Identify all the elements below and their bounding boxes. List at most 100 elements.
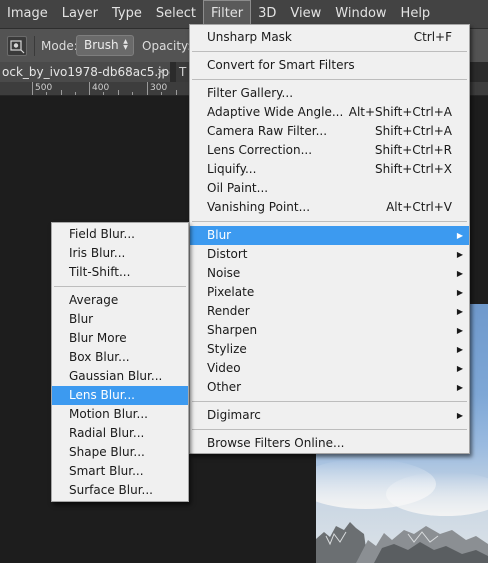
- menu-item-label: Vanishing Point...: [207, 200, 311, 214]
- menu-item-render[interactable]: Render ▶: [190, 302, 469, 321]
- ruler-tick: [161, 92, 162, 95]
- menu-item-adaptive-wide-angle[interactable]: Adaptive Wide Angle... Alt+Shift+Ctrl+A: [190, 103, 469, 122]
- menu-item-label: Field Blur...: [69, 227, 135, 241]
- menu-item-lens-correction[interactable]: Lens Correction... Shift+Ctrl+R: [190, 141, 469, 160]
- submenu-arrow-icon: ▶: [456, 250, 463, 259]
- menu-item-label: Browse Filters Online...: [207, 436, 345, 450]
- menu-item-convert-smart-filters[interactable]: Convert for Smart Filters: [190, 56, 469, 75]
- menu-item-label: Adaptive Wide Angle...: [207, 105, 344, 119]
- menubar-item-layer[interactable]: Layer: [55, 0, 105, 28]
- menu-item-label: Video: [207, 361, 241, 375]
- menu-item-noise[interactable]: Noise ▶: [190, 264, 469, 283]
- menu-item-camera-raw-filter[interactable]: Camera Raw Filter... Shift+Ctrl+A: [190, 122, 469, 141]
- menu-item-average[interactable]: Average: [52, 291, 188, 310]
- menu-item-gaussian-blur[interactable]: Gaussian Blur...: [52, 367, 188, 386]
- brush-preset-icon[interactable]: [7, 36, 27, 56]
- menu-item-label: Camera Raw Filter...: [207, 124, 328, 138]
- menu-item-label: Sharpen: [207, 323, 258, 337]
- menu-item-label: Blur: [207, 228, 232, 242]
- ruler-tick: [32, 82, 33, 95]
- menu-item-shape-blur[interactable]: Shape Blur...: [52, 443, 188, 462]
- menu-item-iris-blur[interactable]: Iris Blur...: [52, 244, 188, 263]
- document-tab-label: ock_by_ivo1978-db68ac5.jpg: [2, 65, 170, 79]
- document-tab-2-label: T: [179, 65, 187, 79]
- submenu-arrow-icon: ▶: [456, 288, 463, 297]
- menu-item-label: Digimarc: [207, 408, 261, 422]
- menu-item-field-blur[interactable]: Field Blur...: [52, 225, 188, 244]
- menu-item-label: Liquify...: [207, 162, 257, 176]
- menu-item-label: Unsharp Mask: [207, 30, 292, 44]
- ruler-tick: [75, 92, 76, 95]
- ruler-tick: [61, 90, 62, 95]
- submenu-arrow-icon: ▶: [456, 364, 463, 373]
- menu-item-video[interactable]: Video ▶: [190, 359, 469, 378]
- close-tab-icon[interactable]: ×: [154, 62, 168, 82]
- menu-separator: [192, 221, 467, 222]
- mode-label: Mode:: [41, 39, 78, 53]
- menu-item-blur-more[interactable]: Blur More: [52, 329, 188, 348]
- menu-item-filter-gallery[interactable]: Filter Gallery...: [190, 84, 469, 103]
- menubar-item-type[interactable]: Type: [105, 0, 149, 28]
- menu-item-label: Smart Blur...: [69, 464, 144, 478]
- submenu-arrow-icon: ▶: [456, 411, 463, 420]
- menu-item-other[interactable]: Other ▶: [190, 378, 469, 397]
- menubar-item-image[interactable]: Image: [0, 0, 55, 28]
- menu-item-shortcut: Alt+Shift+Ctrl+A: [348, 105, 452, 119]
- menu-item-label: Radial Blur...: [69, 426, 145, 440]
- options-divider: [34, 36, 35, 56]
- ruler-tick: [176, 90, 177, 95]
- menu-item-label: Iris Blur...: [69, 246, 126, 260]
- menu-item-stylize[interactable]: Stylize ▶: [190, 340, 469, 359]
- menu-item-label: Average: [69, 293, 119, 307]
- menu-item-smart-blur[interactable]: Smart Blur...: [52, 462, 188, 481]
- ruler-tick: [147, 82, 148, 95]
- menu-item-sharpen[interactable]: Sharpen ▶: [190, 321, 469, 340]
- menu-item-shortcut: Alt+Ctrl+V: [386, 200, 452, 214]
- menu-item-label: Convert for Smart Filters: [207, 58, 355, 72]
- menu-item-unsharp-mask[interactable]: Unsharp Mask Ctrl+F: [190, 28, 469, 47]
- menu-item-label: Box Blur...: [69, 350, 130, 364]
- menu-item-label: Motion Blur...: [69, 407, 148, 421]
- menu-item-liquify[interactable]: Liquify... Shift+Ctrl+X: [190, 160, 469, 179]
- submenu-arrow-icon: ▶: [456, 307, 463, 316]
- menu-item-surface-blur[interactable]: Surface Blur...: [52, 481, 188, 500]
- submenu-arrow-icon: ▶: [456, 326, 463, 335]
- menu-item-label: Distort: [207, 247, 248, 261]
- menu-item-radial-blur[interactable]: Radial Blur...: [52, 424, 188, 443]
- menu-item-label: Other: [207, 380, 242, 394]
- menu-item-blur[interactable]: Blur ▶: [190, 226, 469, 245]
- menu-item-label: Lens Blur...: [69, 388, 135, 402]
- menu-item-browse-filters-online[interactable]: Browse Filters Online...: [190, 434, 469, 453]
- ruler-label: 300: [150, 83, 168, 93]
- opacity-label: Opacity:: [142, 39, 192, 53]
- menu-item-shortcut: Ctrl+F: [413, 30, 452, 44]
- menu-item-label: Render: [207, 304, 250, 318]
- document-tab[interactable]: ock_by_ivo1978-db68ac5.jpg: [0, 62, 170, 82]
- menu-item-blur-simple[interactable]: Blur: [52, 310, 188, 329]
- menu-item-distort[interactable]: Distort ▶: [190, 245, 469, 264]
- menu-item-label: Blur: [69, 312, 94, 326]
- menu-separator: [192, 401, 467, 402]
- menu-item-oil-paint[interactable]: Oil Paint...: [190, 179, 469, 198]
- ruler-tick: [46, 92, 47, 95]
- menu-item-label: Blur More: [69, 331, 127, 345]
- mode-select-value: Brush: [84, 38, 119, 52]
- menu-item-box-blur[interactable]: Box Blur...: [52, 348, 188, 367]
- menu-item-label: Lens Correction...: [207, 143, 313, 157]
- menu-separator: [54, 286, 186, 287]
- menu-item-label: Filter Gallery...: [207, 86, 294, 100]
- menu-item-label: Tilt-Shift...: [69, 265, 131, 279]
- menu-item-label: Gaussian Blur...: [69, 369, 163, 383]
- menu-item-pixelate[interactable]: Pixelate ▶: [190, 283, 469, 302]
- menu-item-digimarc[interactable]: Digimarc ▶: [190, 406, 469, 425]
- mode-select[interactable]: Brush ▲ ▼: [76, 35, 134, 56]
- menu-item-vanishing-point[interactable]: Vanishing Point... Alt+Ctrl+V: [190, 198, 469, 217]
- menu-separator: [192, 79, 467, 80]
- menu-item-label: Stylize: [207, 342, 247, 356]
- menu-item-motion-blur[interactable]: Motion Blur...: [52, 405, 188, 424]
- menu-item-tilt-shift[interactable]: Tilt-Shift...: [52, 263, 188, 282]
- menu-separator: [192, 429, 467, 430]
- menu-item-label: Shape Blur...: [69, 445, 145, 459]
- menu-item-lens-blur[interactable]: Lens Blur...: [52, 386, 188, 405]
- ruler-tick: [103, 92, 104, 95]
